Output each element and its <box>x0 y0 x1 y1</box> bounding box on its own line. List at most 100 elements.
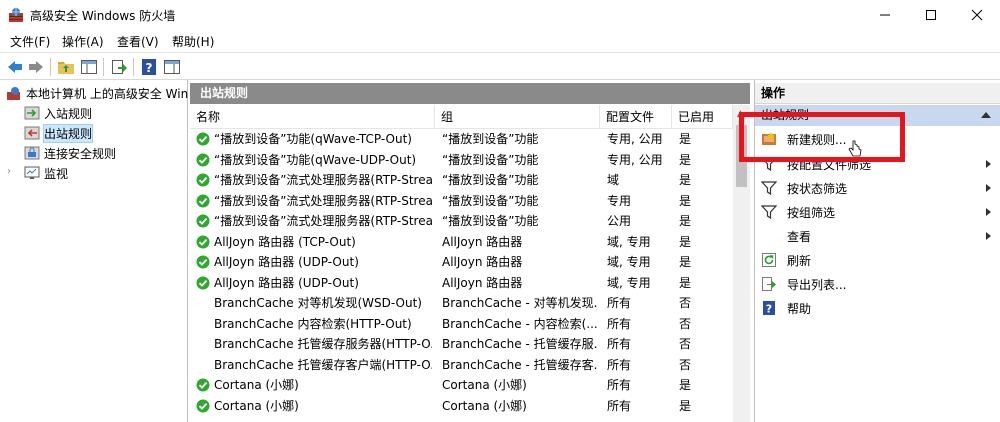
table-row[interactable]: Cortana (小娜) Cortana (小娜) 所有 是 <box>190 396 733 417</box>
column-header-enabled[interactable]: 已启用 <box>672 105 733 129</box>
menu-file[interactable]: 文件(F) <box>10 33 50 50</box>
tree-root[interactable]: 本地计算机 上的高级安全 Windows <box>6 83 188 103</box>
action-item[interactable]: 按配置文件筛选 <box>755 152 1000 176</box>
tree-item-label: 出站规则 <box>42 123 94 143</box>
menu-help[interactable]: 帮助(H) <box>172 33 214 50</box>
action-item[interactable]: 按组筛选 <box>755 200 1000 224</box>
cell-profile: 所有 <box>607 337 632 351</box>
table-row[interactable]: AllJoyn 路由器 (UDP-Out) AllJoyn 路由器 域, 专用 是 <box>190 273 733 294</box>
action-item[interactable]: 查看 <box>755 224 1000 248</box>
cell-group: BranchCache - 内容检索(... <box>442 316 598 331</box>
actions-section-header[interactable]: 出站规则 <box>755 105 1000 126</box>
toolbar-separator <box>103 58 104 76</box>
submenu-arrow-icon <box>986 208 991 216</box>
navigation-tree: 本地计算机 上的高级安全 Windows 入站规则 出站规则 连接安全规则 <box>0 80 188 422</box>
cell-profile: 所有 <box>607 316 632 331</box>
close-button[interactable] <box>954 0 1000 30</box>
enabled-check-icon <box>196 399 210 412</box>
cell-name: “播放到设备”流式处理服务器(RTP-Strea... <box>214 193 432 208</box>
table-row[interactable]: BranchCache 内容检索(HTTP-Out) BranchCache - … <box>190 314 733 335</box>
show-hide-tree-icon[interactable] <box>80 58 98 76</box>
table-row[interactable]: “播放到设备”功能(qWave-UDP-Out) “播放到设备”功能 专用, 公用 是 <box>190 150 733 171</box>
action-item[interactable]: 新建规则... <box>755 127 1000 151</box>
up-folder-icon[interactable] <box>57 58 75 76</box>
submenu-arrow-icon <box>986 184 991 192</box>
table-row[interactable]: “播放到设备”功能(qWave-TCP-Out) “播放到设备”功能 专用, 公用 是 <box>190 129 733 150</box>
action-item[interactable]: 导出列表... <box>755 272 1000 296</box>
enabled-check-icon <box>196 235 210 248</box>
tree-item-label: 连接安全规则 <box>44 146 117 161</box>
cell-group: “播放到设备”功能 <box>442 193 539 208</box>
cell-profile: 域, 专用 <box>607 275 651 290</box>
table-row[interactable]: BranchCache 对等机发现(WSD-Out) BranchCache - … <box>190 293 733 314</box>
cell-enabled: 是 <box>679 132 692 146</box>
cell-name: Cortana (小娜) <box>214 378 299 392</box>
cell-name: BranchCache 托管缓存客户端(HTTP-O... <box>214 357 432 372</box>
table-row[interactable]: “播放到设备”流式处理服务器(RTP-Strea... “播放到设备”功能 专用 是 <box>190 191 733 212</box>
close-icon <box>971 9 983 21</box>
menu-action[interactable]: 操作(A) <box>62 33 104 50</box>
firewall-computer-icon <box>7 87 20 100</box>
outbound-rules-icon <box>24 126 40 140</box>
cell-group: BranchCache - 对等机发现... <box>442 296 598 310</box>
rules-list: “播放到设备”功能(qWave-TCP-Out) “播放到设备”功能 专用, 公用是… <box>190 129 733 422</box>
scroll-thumb[interactable] <box>736 125 747 187</box>
action-item[interactable]: ? 帮助 <box>755 296 1000 320</box>
tree-item-outbound-rules[interactable]: 出站规则 <box>24 123 188 143</box>
tree-item-monitor[interactable]: 监视 <box>24 163 188 183</box>
show-action-pane-icon[interactable] <box>163 58 181 76</box>
cell-enabled: 是 <box>679 214 692 228</box>
table-row[interactable]: BranchCache 托管缓存服务器(HTTP-O... BranchCache… <box>190 334 733 355</box>
toolbar-separator <box>50 58 51 76</box>
table-row[interactable]: “播放到设备”流式处理服务器(RTP-Strea... “播放到设备”功能 公用 是 <box>190 211 733 232</box>
table-row[interactable]: AllJoyn 路由器 (TCP-Out) AllJoyn 路由器 域, 专用 是 <box>190 232 733 253</box>
action-item-label: 新建规则... <box>787 133 847 147</box>
table-row[interactable]: BranchCache 托管缓存客户端(HTTP-O... BranchCache… <box>190 355 733 376</box>
action-item[interactable]: 按状态筛选 <box>755 176 1000 200</box>
export-list-icon[interactable] <box>110 58 128 76</box>
cell-name: BranchCache 对等机发现(WSD-Out) <box>214 296 422 310</box>
action-item-label: 刷新 <box>787 254 812 268</box>
table-row[interactable]: AllJoyn 路由器 (UDP-Out) AllJoyn 路由器 域, 专用 是 <box>190 252 733 273</box>
cell-enabled: 否 <box>679 296 692 310</box>
tree-item-connection-security[interactable]: 连接安全规则 <box>24 143 188 163</box>
pane-title: 出站规则 <box>190 83 750 104</box>
action-item-label: 查看 <box>787 230 812 244</box>
scroll-up-icon[interactable]: ▲ <box>737 109 744 119</box>
cell-name: BranchCache 内容检索(HTTP-Out) <box>214 316 412 331</box>
hand-cursor-icon <box>848 140 862 157</box>
toolbar-separator <box>133 58 134 76</box>
submenu-arrow-icon <box>986 160 991 168</box>
column-header-profile[interactable]: 配置文件 <box>600 105 672 129</box>
minimize-button[interactable] <box>862 0 908 30</box>
help-icon[interactable]: ? <box>140 58 158 76</box>
maximize-button[interactable] <box>908 0 954 30</box>
table-row[interactable]: “播放到设备”流式处理服务器(RTP-Strea... “播放到设备”功能 域 是 <box>190 170 733 191</box>
cell-group: “播放到设备”功能 <box>442 214 539 228</box>
tree-item-label: 入站规则 <box>44 106 93 121</box>
cell-profile: 域, 专用 <box>607 234 651 249</box>
action-item-label: 导出列表... <box>787 278 847 292</box>
cell-group: Cortana (小娜) <box>442 398 527 413</box>
expand-arrow-icon[interactable]: › <box>7 166 11 177</box>
forward-icon[interactable] <box>27 58 45 76</box>
cell-group: BranchCache - 托管缓存客... <box>442 357 598 372</box>
action-item[interactable]: 刷新 <box>755 248 1000 272</box>
table-row[interactable]: Cortana (小娜) Cortana (小娜) 所有 是 <box>190 375 733 396</box>
svg-text:?: ? <box>766 303 772 316</box>
cell-profile: 所有 <box>607 296 632 310</box>
menu-view[interactable]: 查看(V) <box>117 33 159 50</box>
back-icon[interactable] <box>6 58 24 76</box>
cell-enabled: 否 <box>679 316 692 331</box>
tree-item-inbound-rules[interactable]: 入站规则 <box>24 103 188 123</box>
cell-enabled: 是 <box>679 152 692 167</box>
cell-enabled: 是 <box>679 398 692 413</box>
refresh-icon <box>762 253 776 267</box>
column-header-name[interactable]: 名称 <box>190 105 435 129</box>
action-item-label: 按配置文件筛选 <box>787 158 872 172</box>
cell-name: “播放到设备”功能(qWave-UDP-Out) <box>214 152 417 167</box>
cell-profile: 专用, 公用 <box>607 152 663 167</box>
actions-section-label: 出站规则 <box>761 108 810 122</box>
vertical-scrollbar[interactable]: ▲ <box>733 105 750 422</box>
column-header-group[interactable]: 组 <box>435 105 600 129</box>
